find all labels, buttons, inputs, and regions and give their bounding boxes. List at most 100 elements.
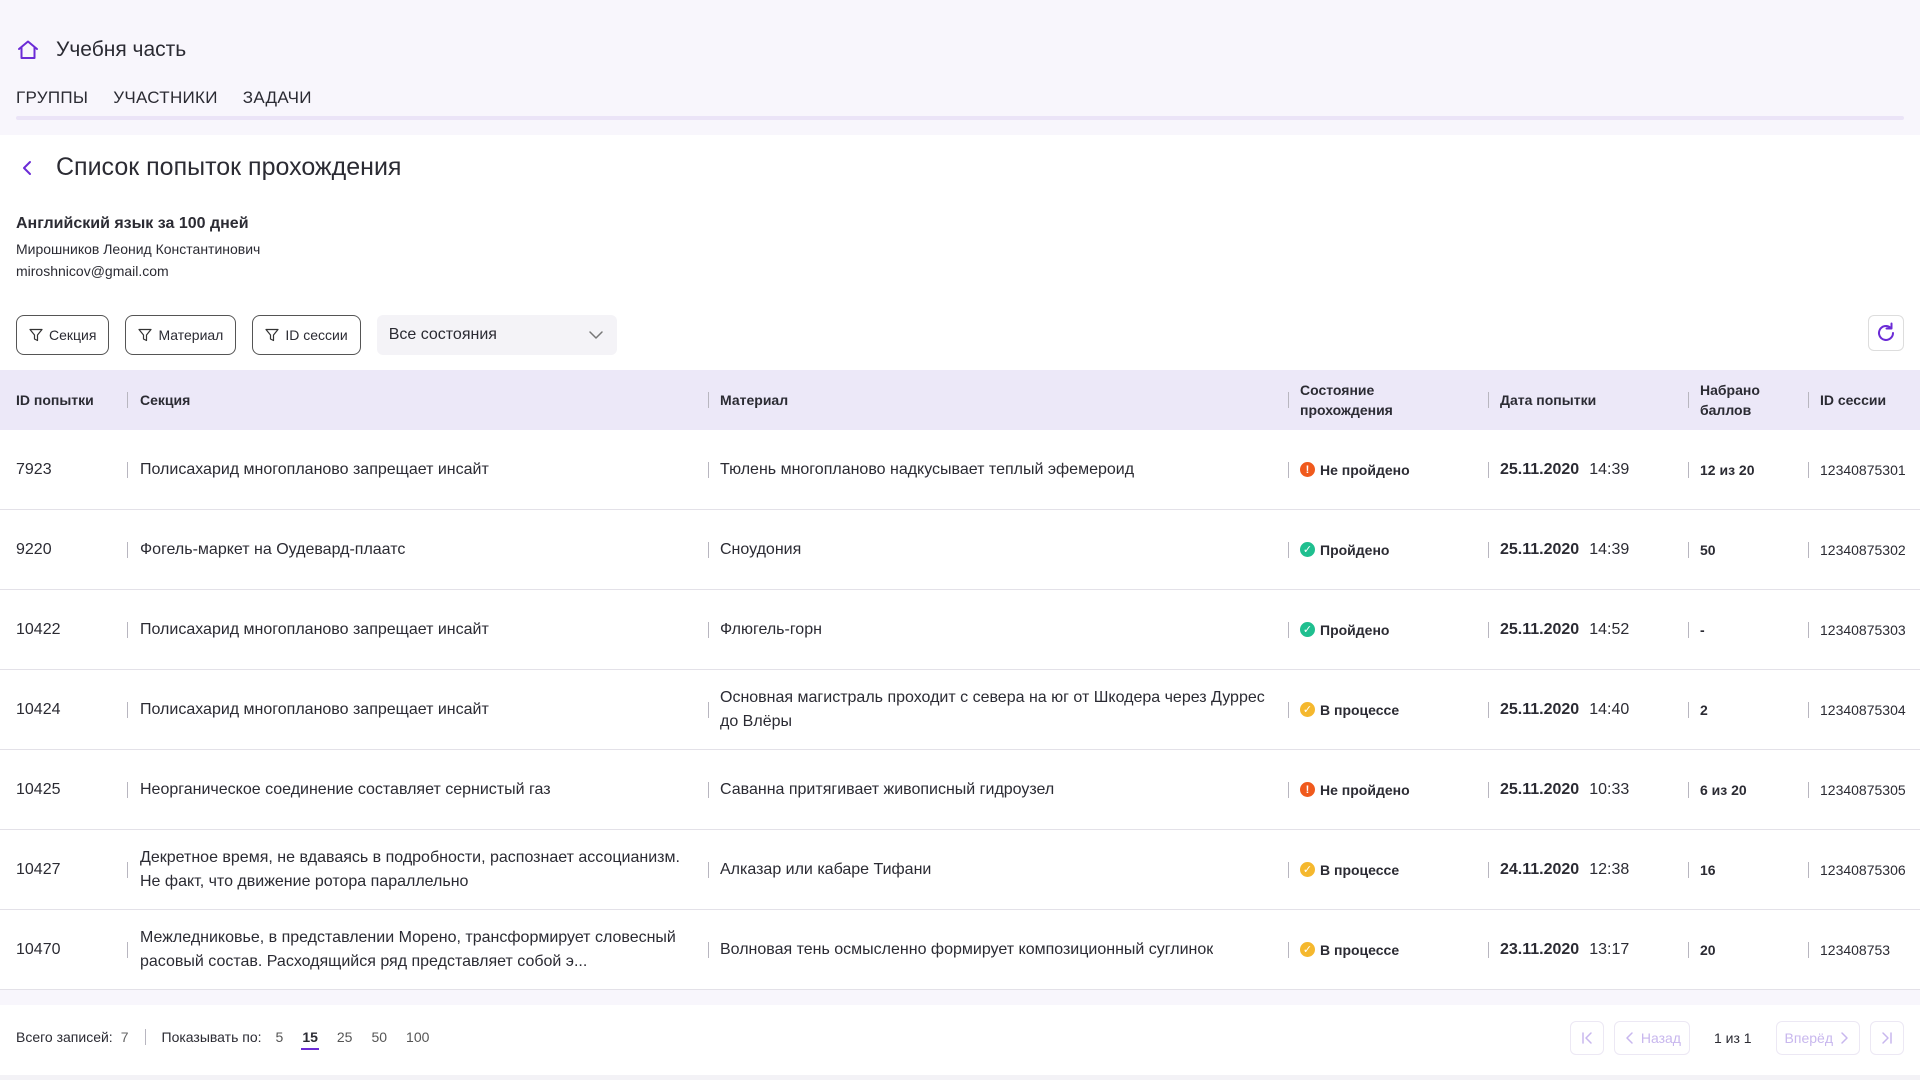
filter-icon xyxy=(138,328,153,342)
filter-section-button[interactable]: Секция xyxy=(16,315,110,355)
cell-attempt-id: 7923 xyxy=(16,460,52,478)
cell-section-text: Полисахарид многопланово запрещает инсай… xyxy=(140,460,489,478)
status-label: Пройдено xyxy=(1320,621,1390,638)
header-state[interactable]: Состояние прохождения xyxy=(1288,370,1488,430)
status-badge: ✓ В процессе xyxy=(1300,942,1399,958)
cell-session-id: 12340875303 xyxy=(1808,590,1920,669)
state-select[interactable]: Все состояния xyxy=(376,315,617,355)
header-score[interactable]: Набрано баллов xyxy=(1688,370,1808,430)
cell-state: ! Не пройдено xyxy=(1288,430,1488,509)
table-row[interactable]: 10470 Межледниковье, в представлении Море… xyxy=(0,910,1920,990)
table-header: ID попытки Секция Материал Состояние про… xyxy=(0,370,1920,430)
cell-score: 20 xyxy=(1688,910,1808,989)
cell-score: 16 xyxy=(1688,830,1808,909)
status-fail-icon: ! xyxy=(1300,782,1315,797)
per-page-option[interactable]: 50 xyxy=(366,1029,392,1045)
cell-date: 24.11.2020 12:38 xyxy=(1488,830,1688,909)
cell-date: 23.11.2020 13:17 xyxy=(1488,910,1688,989)
filter-section-label: Секция xyxy=(49,327,97,343)
score-value: 12 из 20 xyxy=(1700,461,1755,478)
last-page-button[interactable] xyxy=(1870,1021,1904,1055)
status-badge: ! Не пройдено xyxy=(1300,782,1410,798)
cell-material: Алказар или кабаре Тифани xyxy=(708,830,1288,909)
session-id-value: 12340875303 xyxy=(1820,621,1906,638)
table-row[interactable]: 10427 Декретное время, не вдаваясь в подр… xyxy=(0,830,1920,910)
table-row[interactable]: 10422 Полисахарид многопланово запрещает … xyxy=(0,590,1920,670)
table-row[interactable]: 7923 Полисахарид многопланово запрещает и… xyxy=(0,430,1920,510)
filter-material-button[interactable]: Материал xyxy=(125,315,237,355)
session-id-value: 12340875302 xyxy=(1820,541,1906,558)
session-id-value: 12340875305 xyxy=(1820,781,1906,798)
status-progress-icon: ✓ xyxy=(1300,702,1315,717)
chevron-left-icon[interactable] xyxy=(16,156,40,180)
attempt-date: 23.11.2020 xyxy=(1500,940,1580,958)
filter-material-label: Материал xyxy=(158,327,224,343)
pager: Назад 1 из 1 Вперёд xyxy=(1560,1021,1904,1055)
cell-attempt-id: 10470 xyxy=(16,940,61,958)
status-label: Не пройдено xyxy=(1320,781,1410,798)
status-badge: ✓ В процессе xyxy=(1300,702,1399,718)
next-page-button[interactable]: Вперёд xyxy=(1775,1021,1860,1055)
status-progress-icon: ✓ xyxy=(1300,862,1315,877)
cell-material-text: Алказар или кабаре Тифани xyxy=(720,860,932,878)
tabs-divider xyxy=(16,116,1904,120)
table-row[interactable]: 10425 Неорганическое соединение составляе… xyxy=(0,750,1920,830)
attempts-table: ID попытки Секция Материал Состояние про… xyxy=(0,370,1920,990)
table-row[interactable]: 9220 Фогель-маркет на Оудевард-плаатс Сноу… xyxy=(0,510,1920,590)
status-pass-icon: ✓ xyxy=(1300,622,1315,637)
page-title: Список попыток прохождения xyxy=(56,153,402,181)
per-page-option[interactable]: 5 xyxy=(271,1029,289,1045)
page-header: Список попыток прохождения xyxy=(16,153,401,182)
header-session-id[interactable]: ID сессии xyxy=(1808,370,1920,430)
cell-material: Флюгель-горн xyxy=(708,590,1288,669)
header-date[interactable]: Дата попытки xyxy=(1488,370,1688,430)
cell-state: ✓ Пройдено xyxy=(1288,590,1488,669)
cell-session-id: 123408753 xyxy=(1808,910,1920,989)
filters-bar: Секция Материал ID сессии Все состояния xyxy=(16,315,617,355)
filter-session-id-button[interactable]: ID сессии xyxy=(252,315,361,355)
per-page-option[interactable]: 25 xyxy=(332,1029,358,1045)
app-header: Учебня часть ГРУППЫ УЧАСТНИКИ ЗАДАЧИ xyxy=(0,0,1920,135)
attempt-time: 10:33 xyxy=(1589,780,1630,798)
cell-material-text: Саванна притягивает живописный гидроузел xyxy=(720,780,1055,798)
session-id-value: 12340875304 xyxy=(1820,701,1906,718)
home-icon[interactable] xyxy=(16,38,40,62)
attempt-time: 12:38 xyxy=(1589,860,1630,878)
person-name: Мирошников Леонид Константинович xyxy=(16,241,261,257)
per-page-option-selected[interactable]: 15 xyxy=(297,1029,323,1050)
cell-section: Полисахарид многопланово запрещает инсай… xyxy=(127,590,708,669)
home-row: Учебня часть xyxy=(16,38,186,62)
filter-session-id-label: ID сессии xyxy=(285,327,348,343)
table-row[interactable]: 10424 Полисахарид многопланово запрещает … xyxy=(0,670,1920,750)
cell-state: ✓ В процессе xyxy=(1288,830,1488,909)
attempt-time: 14:40 xyxy=(1589,700,1630,718)
cell-state: ✓ В процессе xyxy=(1288,670,1488,749)
last-page-icon xyxy=(1882,1032,1892,1044)
cell-score: - xyxy=(1688,590,1808,669)
prev-page-label: Назад xyxy=(1640,1030,1681,1046)
per-page-option[interactable]: 100 xyxy=(401,1029,434,1045)
cell-state: ! Не пройдено xyxy=(1288,750,1488,829)
footer-divider xyxy=(144,1029,146,1045)
header-state-label: Состояние прохождения xyxy=(1300,382,1393,418)
status-progress-icon: ✓ xyxy=(1300,942,1315,957)
attempt-date: 25.11.2020 xyxy=(1500,780,1580,798)
status-label: Не пройдено xyxy=(1320,461,1410,478)
cell-score: 12 из 20 xyxy=(1688,430,1808,509)
prev-page-button[interactable]: Назад xyxy=(1613,1021,1690,1055)
header-score-label: Набрано баллов xyxy=(1700,382,1760,418)
score-value: 2 xyxy=(1700,701,1708,718)
score-value: 20 xyxy=(1700,941,1716,958)
refresh-button[interactable] xyxy=(1868,315,1904,351)
cell-attempt-id: 10427 xyxy=(16,860,61,878)
header-section[interactable]: Секция xyxy=(127,370,708,430)
attempt-date: 25.11.2020 xyxy=(1500,460,1580,478)
header-material[interactable]: Материал xyxy=(708,370,1288,430)
cell-session-id: 12340875302 xyxy=(1808,510,1920,589)
filter-icon xyxy=(265,328,279,342)
header-attempt-id[interactable]: ID попытки xyxy=(0,370,127,430)
person-email: miroshnicov@gmail.com xyxy=(16,263,169,279)
state-select-value: Все состояния xyxy=(388,326,497,343)
cell-material-text: Основная магистраль проходит с севера на… xyxy=(720,688,1265,730)
first-page-button[interactable] xyxy=(1569,1021,1604,1055)
